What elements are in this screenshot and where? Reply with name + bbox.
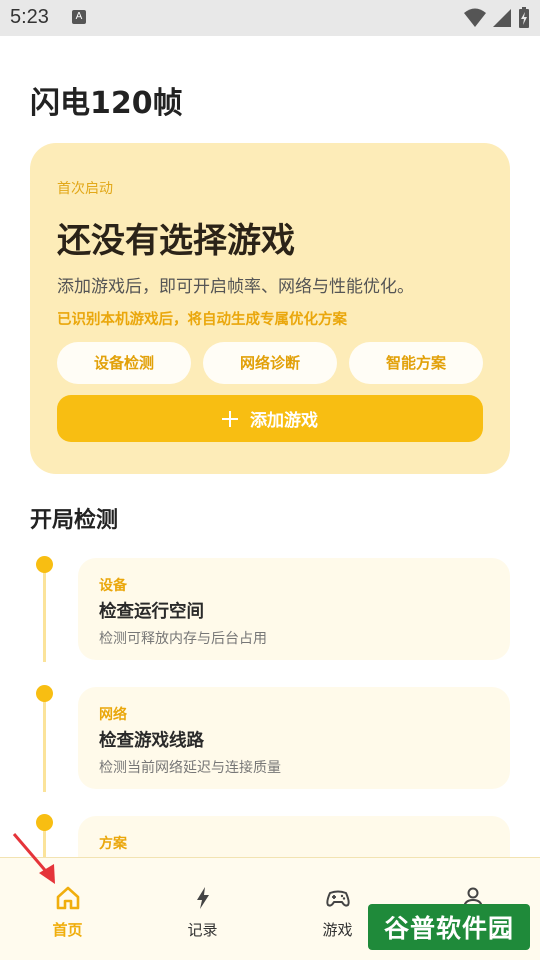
empty-state-description: 添加游戏后，即可开启帧率、网络与性能优化。 <box>57 277 414 297</box>
timeline-dot <box>36 556 53 573</box>
device-check-chip[interactable]: 设备检测 <box>57 342 191 384</box>
check-item-network[interactable]: 网络 检查游戏线路 检测当前网络延迟与连接质量 <box>78 687 510 789</box>
check-title: 检查游戏线路 <box>99 731 204 751</box>
nav-label: 首页 <box>52 921 83 939</box>
status-icons <box>464 6 530 30</box>
check-description: 检测可释放内存与后台占用 <box>99 631 267 647</box>
check-description: 检测当前网络延迟与连接质量 <box>99 760 281 776</box>
add-game-label: 添加游戏 <box>250 411 318 431</box>
empty-state-title: 还没有选择游戏 <box>57 221 295 261</box>
empty-state-card: 首次启动 还没有选择游戏 添加游戏后，即可开启帧率、网络与性能优化。 已识别本机… <box>30 143 510 474</box>
timeline-dot <box>36 814 53 831</box>
plus-icon <box>222 410 238 427</box>
timeline-dot <box>36 685 53 702</box>
smart-plan-chip[interactable]: 智能方案 <box>349 342 483 384</box>
check-item-device[interactable]: 设备 检查运行空间 检测可释放内存与后台占用 <box>78 558 510 660</box>
timeline-connector <box>43 570 46 662</box>
auto-plan-note: 已识别本机游戏后，将自动生成专属优化方案 <box>57 312 347 328</box>
watermark-text: 谷普软件园 <box>383 914 514 943</box>
first-launch-tag: 首次启动 <box>57 181 113 197</box>
network-diagnosis-chip[interactable]: 网络诊断 <box>203 342 337 384</box>
site-watermark-logo: 谷普软件园 <box>368 904 530 950</box>
gamepad-icon <box>325 890 350 907</box>
timeline-connector <box>43 700 46 792</box>
status-bar: 5:23 A <box>0 0 540 36</box>
app-title: 闪电120帧 <box>30 86 183 121</box>
check-category: 网络 <box>99 707 127 723</box>
wifi-icon <box>464 8 486 27</box>
add-game-button[interactable]: 添加游戏 <box>57 395 483 442</box>
check-title: 检查运行空间 <box>99 602 204 622</box>
battery-icon <box>519 7 529 28</box>
nav-label: 记录 <box>187 921 218 939</box>
check-category: 设备 <box>99 578 127 594</box>
pointer-arrow-annotation <box>12 833 55 884</box>
notification-a-icon: A <box>72 10 86 24</box>
nav-tab-records[interactable]: 记录 <box>135 858 270 960</box>
section-title: 开局检测 <box>30 508 119 533</box>
check-category: 方案 <box>99 836 127 852</box>
cellular-signal-icon <box>493 9 511 27</box>
lightning-icon <box>196 887 209 909</box>
status-time: 5:23 <box>10 6 49 28</box>
